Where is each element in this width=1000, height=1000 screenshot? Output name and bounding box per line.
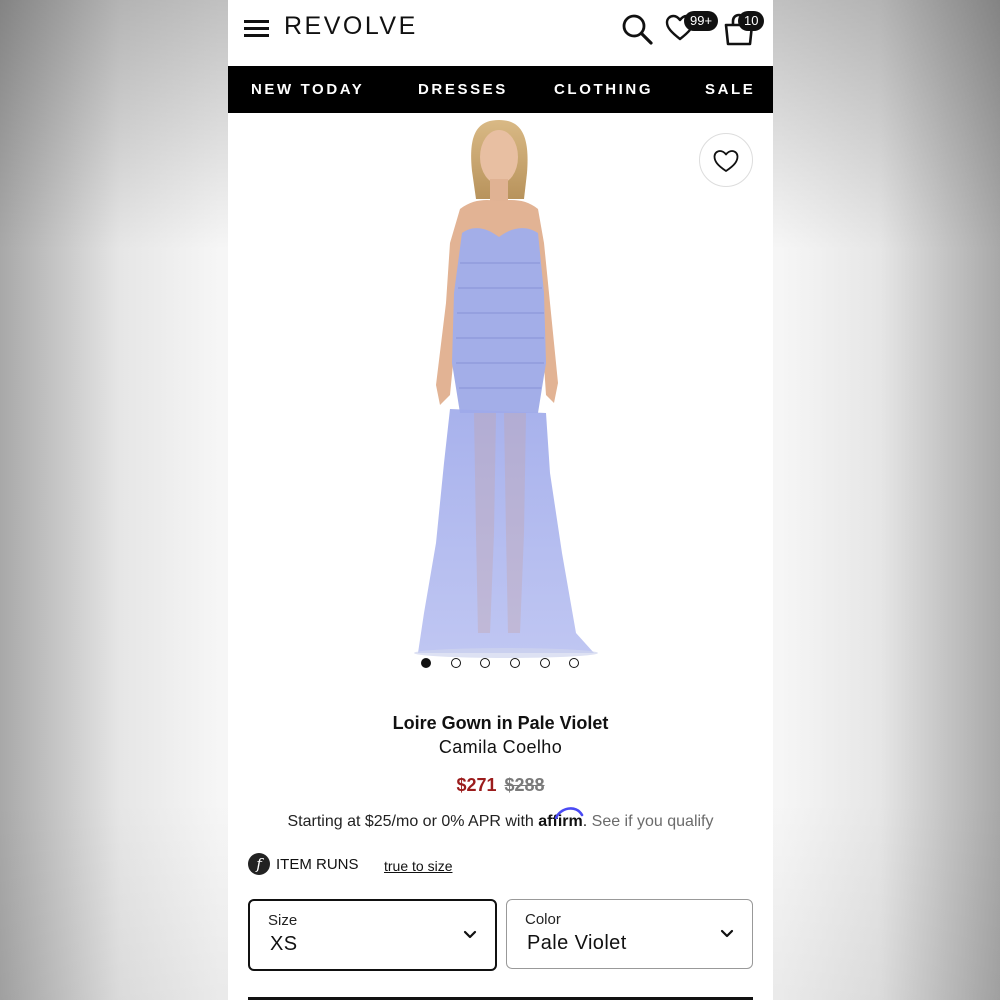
gallery-dot-5[interactable]: [540, 658, 550, 668]
size-select-value: XS: [270, 933, 298, 955]
color-select-label: Color: [525, 911, 561, 928]
fit-value-link[interactable]: true to size: [384, 858, 452, 874]
gallery-dot-6[interactable]: [569, 658, 579, 668]
search-icon[interactable]: [620, 12, 654, 46]
product-title: Loire Gown in Pale Violet: [392, 713, 609, 733]
revolve-logo[interactable]: REVOLVE: [284, 12, 418, 41]
nav-clothing[interactable]: CLOTHING: [554, 81, 653, 98]
nav-new-today[interactable]: NEW TODAY: [251, 81, 364, 98]
sale-price: $271: [456, 775, 497, 795]
wishlist-count-badge: 99+: [684, 11, 719, 31]
gallery-dot-2[interactable]: [451, 658, 461, 668]
category-nav: NEW TODAY DRESSES CLOTHING SALE: [228, 66, 773, 113]
chevron-down-icon: [463, 930, 477, 939]
financing-message: Starting at $25/mo or 0% APR with affirm…: [228, 807, 773, 831]
heart-outline-icon: [713, 150, 739, 172]
nav-dresses[interactable]: DRESSES: [418, 81, 508, 98]
menu-icon[interactable]: [244, 20, 269, 38]
price-block: $271 $288: [228, 775, 773, 796]
phone-screen: REVOLVE 99+ 10 NEW TODAY DRESSES CLOTHIN…: [228, 0, 773, 1000]
product-image-gallery[interactable]: [228, 113, 773, 693]
gallery-dot-3[interactable]: [480, 658, 490, 668]
nav-sale[interactable]: SALE: [705, 81, 755, 98]
financing-prefix: Starting at $25/mo or 0% APR with: [287, 813, 534, 830]
see-if-you-qualify-link[interactable]: See if you qualify: [592, 813, 714, 830]
top-bar: REVOLVE 99+ 10: [228, 0, 773, 66]
gallery-dot-4[interactable]: [510, 658, 520, 668]
product-brand[interactable]: Camila Coelho: [228, 737, 773, 758]
fit-label: ITEM RUNS: [276, 856, 359, 873]
affirm-logo: affirm: [538, 807, 584, 830]
add-to-favorites-button[interactable]: [699, 133, 753, 187]
affirm-arc-icon: [554, 807, 584, 819]
size-select[interactable]: Size XS: [248, 899, 497, 971]
gallery-pagination: [228, 658, 773, 672]
size-select-label: Size: [268, 912, 298, 929]
cart-count-badge: 10: [738, 11, 765, 31]
product-image: [414, 120, 598, 658]
color-select[interactable]: Color Pale Violet: [506, 899, 753, 969]
color-select-value: Pale Violet: [527, 932, 627, 954]
original-price: $288: [504, 775, 545, 795]
chevron-down-icon: [720, 929, 734, 938]
gallery-dot-1[interactable]: [421, 658, 431, 668]
fit-predictor-icon: f: [248, 853, 270, 875]
